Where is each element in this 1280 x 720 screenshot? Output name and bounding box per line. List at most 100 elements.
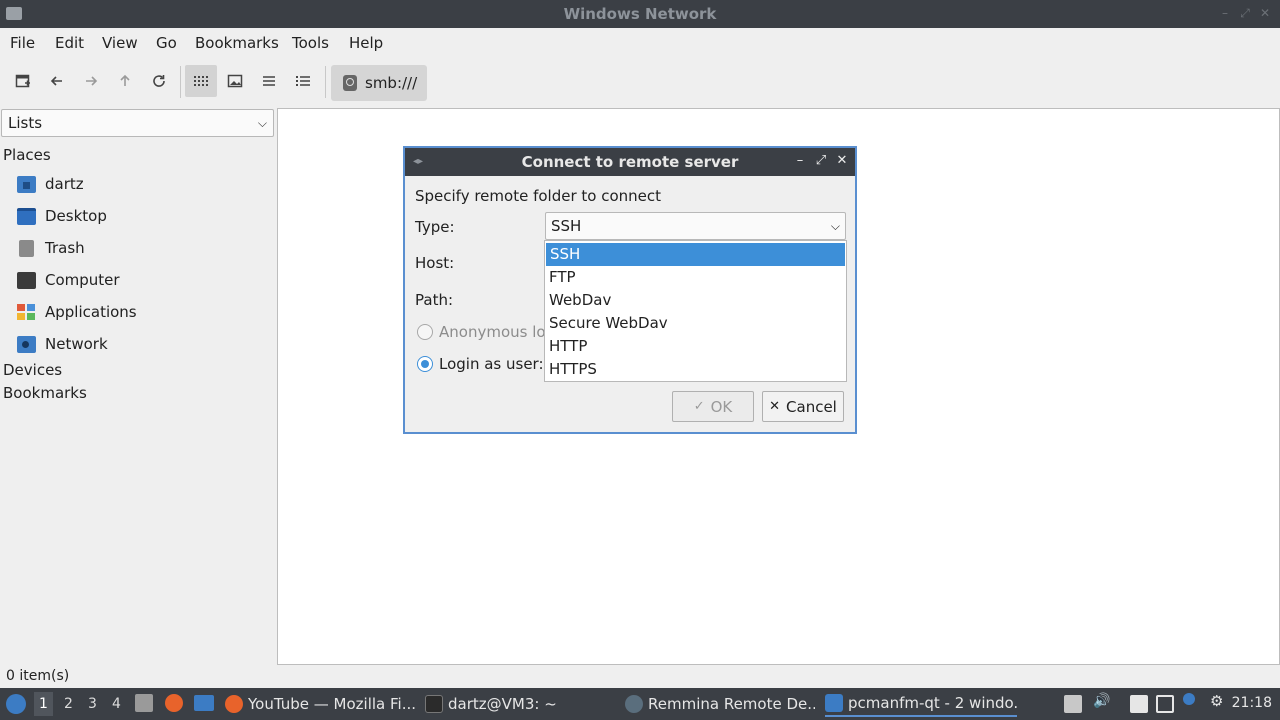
sidebar-item-computer[interactable]: Computer	[17, 268, 120, 292]
show-desktop-icon[interactable]	[194, 695, 214, 711]
close-icon[interactable]: ✕	[1258, 6, 1272, 20]
sidebar-mode-value: Lists	[8, 114, 43, 132]
cancel-button[interactable]: ✕ Cancel	[762, 391, 844, 422]
type-option-https[interactable]: HTTPS	[545, 358, 846, 381]
minimize-icon[interactable]: –	[1218, 6, 1232, 20]
applications-icon	[17, 303, 36, 321]
dialog-maximize-icon[interactable]: ⤢	[814, 153, 828, 168]
type-option-ftp[interactable]: FTP	[545, 266, 846, 289]
icon-view-button[interactable]	[185, 65, 217, 97]
workspace-3[interactable]: 3	[88, 696, 97, 712]
dialog-title: Connect to remote server	[521, 153, 739, 171]
login-as-user-radio[interactable]	[417, 356, 433, 372]
icon-grid-icon	[194, 76, 208, 86]
ok-button[interactable]: ✓ OK	[672, 391, 754, 422]
start-menu-icon[interactable]	[6, 694, 26, 714]
path-button[interactable]: smb:///	[331, 65, 427, 101]
type-option-secure-webdav[interactable]: Secure WebDav	[545, 312, 846, 335]
type-option-http[interactable]: HTTP	[545, 335, 846, 358]
reload-button[interactable]	[143, 65, 175, 97]
toolbar-separator	[325, 66, 326, 98]
remmina-icon	[625, 695, 643, 713]
clipboard-icon[interactable]	[1130, 695, 1148, 713]
anonymous-login-label: Anonymous log	[439, 323, 545, 341]
back-button[interactable]	[41, 65, 73, 97]
chevron-down-icon: ⌵	[830, 219, 840, 233]
anonymous-login-radio[interactable]	[417, 324, 433, 340]
folder-icon	[825, 694, 843, 712]
sidebar-item-trash[interactable]: Trash	[17, 236, 85, 260]
type-label: Type:	[415, 218, 455, 236]
menu-bookmarks[interactable]: Bookmarks	[195, 34, 279, 52]
eject-icon[interactable]	[1064, 695, 1082, 713]
dialog-close-icon[interactable]: ✕	[835, 153, 849, 168]
task-label: pcmanfm-qt - 2 windo...	[848, 694, 1017, 712]
up-button[interactable]	[109, 65, 141, 97]
compact-view-button[interactable]	[253, 65, 285, 97]
window-title: Windows Network	[563, 5, 717, 23]
dialog-prompt: Specify remote folder to connect	[415, 187, 662, 205]
volume-icon[interactable]: 🔊	[1093, 693, 1111, 711]
type-combobox[interactable]: SSH ⌵	[545, 212, 846, 240]
new-tab-icon	[15, 74, 30, 88]
window-titlebar: Windows Network – ⤢ ✕	[0, 0, 1280, 28]
workspace-4[interactable]: 4	[112, 696, 121, 712]
toolbar	[0, 60, 1280, 104]
update-notifier-icon[interactable]	[1183, 693, 1195, 705]
home-folder-icon	[17, 175, 36, 193]
menu-help[interactable]: Help	[349, 34, 383, 52]
maximize-icon[interactable]: ⤢	[1238, 6, 1252, 20]
sidebar-mode-select[interactable]: Lists ⌵	[1, 109, 274, 137]
menu-file[interactable]: File	[10, 34, 35, 52]
sidebar-item-label: Computer	[45, 271, 120, 289]
ok-button-label: OK	[710, 397, 733, 416]
sidebar-item-dartz[interactable]: dartz	[17, 172, 84, 196]
detailed-view-button[interactable]	[287, 65, 319, 97]
task-remmina[interactable]: Remmina Remote De...	[625, 691, 815, 717]
menu-tools[interactable]: Tools	[292, 34, 329, 52]
sidebar-item-applications[interactable]: Applications	[17, 300, 137, 324]
dialog-titlebar: ◂▸ Connect to remote server – ⤢ ✕	[405, 148, 855, 176]
type-option-webdav[interactable]: WebDav	[545, 289, 846, 312]
sidebar-item-label: dartz	[45, 175, 84, 193]
dialog-minimize-icon[interactable]: –	[793, 153, 807, 168]
host-label: Host:	[415, 254, 455, 272]
terminal-icon	[425, 695, 443, 713]
toolbar-separator	[180, 66, 181, 98]
settings-gear-icon[interactable]: ⚙	[1210, 692, 1228, 710]
sidebar-places-header[interactable]: Places	[3, 146, 51, 164]
firefox-launcher-icon[interactable]	[165, 694, 183, 712]
sidebar-item-network[interactable]: Network	[17, 332, 108, 356]
checkmark-icon: ✓	[693, 399, 705, 414]
workspace-1[interactable]: 1	[34, 692, 53, 716]
task-terminal[interactable]: dartz@VM3: ~	[425, 691, 615, 717]
menu-go[interactable]: Go	[156, 34, 177, 52]
sidebar-bookmarks-header[interactable]: Bookmarks	[3, 384, 87, 402]
task-pcmanfm[interactable]: pcmanfm-qt - 2 windo...	[825, 691, 1017, 717]
forward-button[interactable]	[75, 65, 107, 97]
sidebar-item-label: Network	[45, 335, 108, 353]
network-icon	[17, 335, 36, 353]
type-option-ssh[interactable]: SSH	[546, 243, 845, 266]
clock[interactable]: 21:18	[1232, 695, 1272, 711]
desktop-icon	[17, 207, 36, 225]
sidebar-item-label: Trash	[45, 239, 85, 257]
menu-view[interactable]: View	[102, 34, 138, 52]
arrow-up-icon	[120, 74, 130, 86]
sidebar-item-label: Applications	[45, 303, 137, 321]
task-firefox[interactable]: YouTube — Mozilla Fi...	[225, 691, 415, 717]
menu-edit[interactable]: Edit	[55, 34, 84, 52]
sidebar-item-label: Desktop	[45, 207, 107, 225]
file-manager-launcher-icon[interactable]	[135, 694, 153, 712]
new-tab-button[interactable]	[7, 65, 39, 97]
display-icon[interactable]	[1156, 695, 1174, 713]
workspace-2[interactable]: 2	[64, 696, 73, 712]
reload-icon	[153, 75, 165, 87]
thumbnail-view-button[interactable]	[219, 65, 251, 97]
menu-bar: File Edit View Go Bookmarks Tools Help	[0, 28, 1280, 58]
chevron-down-icon: ⌵	[257, 116, 267, 130]
sidebar-item-desktop[interactable]: Desktop	[17, 204, 107, 228]
list-compact-icon	[263, 76, 275, 86]
sidebar-devices-header[interactable]: Devices	[3, 361, 62, 379]
status-bar-item-count: 0 item(s)	[6, 668, 70, 684]
